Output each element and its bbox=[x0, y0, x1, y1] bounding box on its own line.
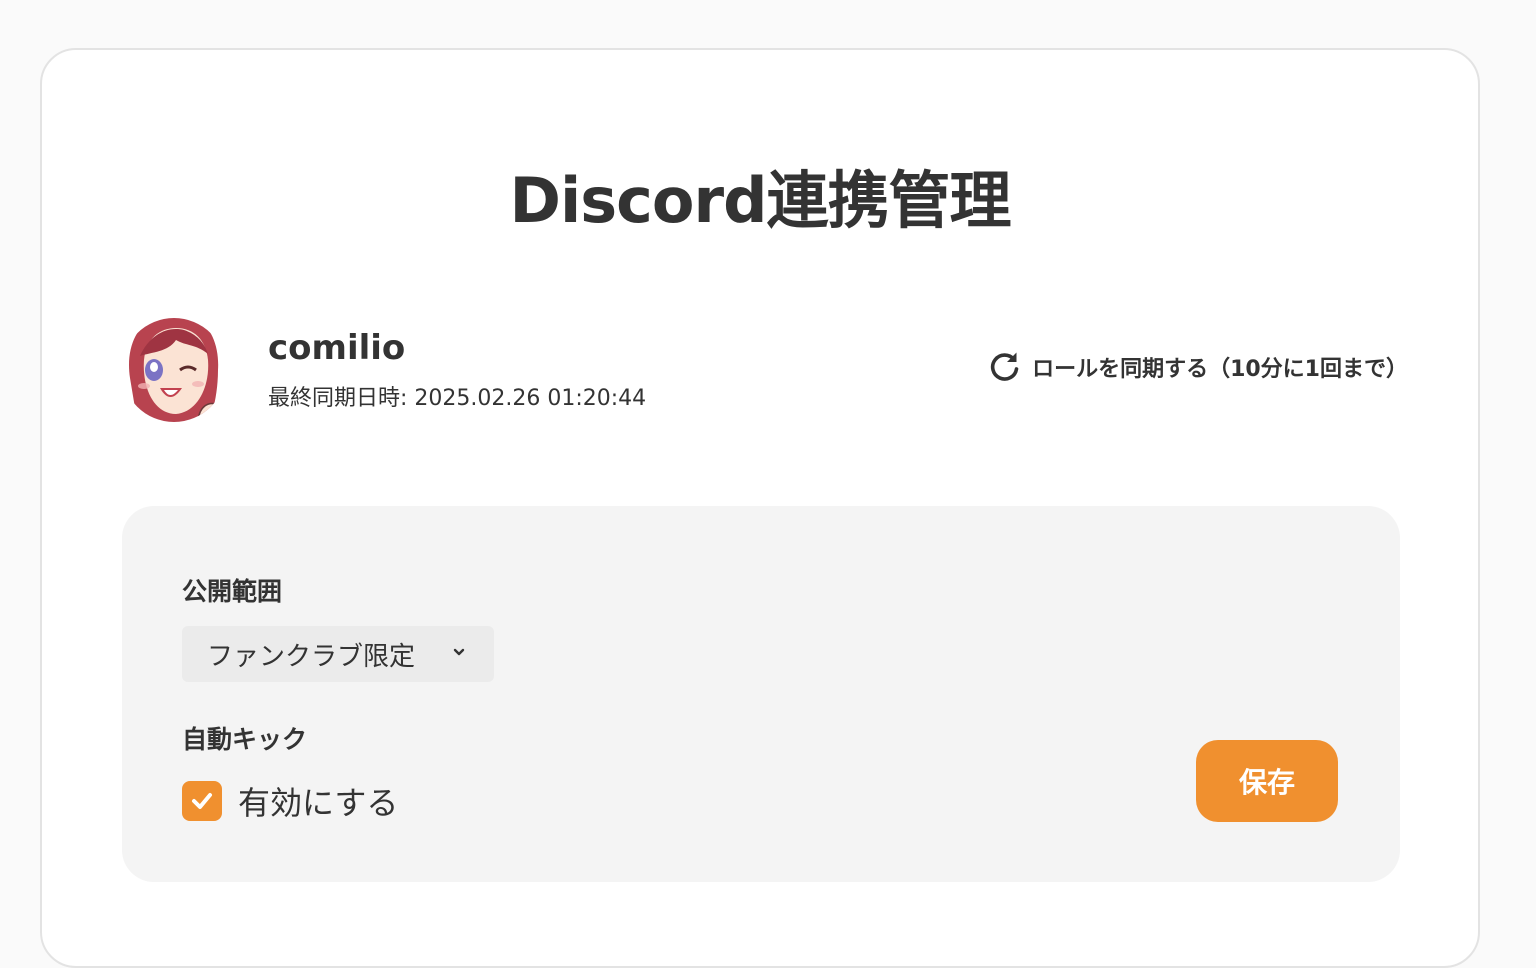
last-sync-timestamp: 最終同期日時: 2025.02.26 01:20:44 bbox=[268, 386, 647, 411]
visibility-select[interactable]: ファンクラブ限定 bbox=[182, 626, 494, 682]
refresh-icon bbox=[990, 352, 1019, 381]
settings-panel: 公開範囲 ファンクラブ限定 自動キック 有効にする 保存 bbox=[122, 506, 1400, 882]
auto-kick-toggle[interactable]: 有効にする bbox=[182, 778, 398, 824]
save-button[interactable]: 保存 bbox=[1196, 740, 1338, 822]
checkmark-icon bbox=[192, 793, 212, 809]
sync-roles-button[interactable]: ロールを同期する（10分に1回まで） bbox=[988, 350, 1408, 384]
auto-kick-label: 自動キック bbox=[182, 725, 308, 754]
avatar bbox=[122, 318, 226, 422]
page-title: Discord連携管理 bbox=[509, 164, 1012, 237]
chevron-down-icon bbox=[453, 648, 465, 656]
visibility-label: 公開範囲 bbox=[182, 577, 283, 606]
username: comilio bbox=[268, 328, 406, 368]
auto-kick-checkbox-label: 有効にする bbox=[238, 784, 399, 822]
visibility-select-value: ファンクラブ限定 bbox=[207, 641, 416, 672]
discord-settings-card: Discord連携管理 comilio 最終同期日時: 2025.02.26 0… bbox=[40, 48, 1480, 968]
profile-section: comilio 最終同期日時: 2025.02.26 01:20:44 ロールを… bbox=[122, 308, 1408, 428]
auto-kick-checkbox[interactable] bbox=[182, 781, 222, 821]
sync-roles-label: ロールを同期する（10分に1回まで） bbox=[1032, 357, 1408, 382]
